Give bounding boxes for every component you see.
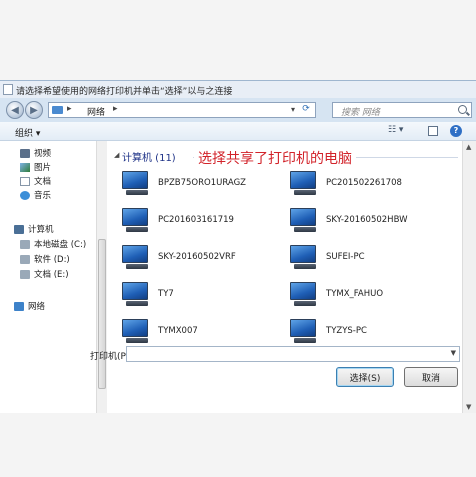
sidebar-item-documents[interactable]: 文档 xyxy=(20,175,51,187)
computer-icon xyxy=(14,224,24,234)
computer-icon xyxy=(288,243,318,271)
sidebar-item-label: 文档 (E:) xyxy=(34,270,69,280)
navigation-pane: 视频 图片 文档 音乐 计算机 本地磁盘 (C:) 软件 (D:) 文档 (E:… xyxy=(0,141,108,413)
computer-icon xyxy=(288,169,318,197)
drive-icon xyxy=(20,269,30,279)
view-options-icon[interactable]: ☷ ▾ xyxy=(388,125,406,137)
computer-name: PC201502261708 xyxy=(326,178,402,188)
list-item[interactable]: SKY-20160502HBW xyxy=(288,204,408,236)
scroll-down-icon[interactable]: ▼ xyxy=(466,403,471,411)
computer-name: TYMX_FAHUO xyxy=(326,289,384,299)
computer-icon xyxy=(288,206,318,234)
sidebar-item-label: 软件 (D:) xyxy=(34,255,70,265)
computer-icon xyxy=(120,169,150,197)
computer-name: SUFEI-PC xyxy=(326,252,365,262)
computer-name: BPZB75ORO1URAGZ xyxy=(158,178,246,188)
computer-icon xyxy=(288,280,318,308)
computer-icon xyxy=(120,206,150,234)
list-item[interactable]: SUFEI-PC xyxy=(288,241,365,273)
drive-icon xyxy=(20,239,30,249)
computer-name: TYZYS-PC xyxy=(326,326,367,336)
scroll-up-icon[interactable]: ▲ xyxy=(466,143,471,151)
dialog-icon xyxy=(3,84,13,95)
path-separator-icon[interactable]: ▸ xyxy=(67,104,72,114)
organize-menu[interactable]: 组织 ▾ xyxy=(15,126,40,139)
command-toolbar: 组织 ▾ ☷ ▾ ? xyxy=(0,122,476,141)
sidebar-item-label: 图片 xyxy=(34,163,52,173)
back-arrow-icon: ◀ xyxy=(11,104,19,116)
network-icon xyxy=(14,301,24,311)
sidebar-item-videos[interactable]: 视频 xyxy=(20,147,51,159)
computer-name: TY7 xyxy=(158,289,174,299)
preview-pane-icon[interactable] xyxy=(428,126,438,136)
background-top xyxy=(0,0,476,80)
back-button[interactable]: ◀ xyxy=(6,101,24,119)
address-box[interactable]: ▸ 网络 ▸ ▾ ⟳ xyxy=(48,102,316,118)
computer-icon xyxy=(288,317,318,345)
sidebar-item-music[interactable]: 音乐 xyxy=(20,189,51,201)
printer-browse-dialog: 请选择希望使用的网络打印机并单击“选择”以与之连接 ◀ ▶ ▸ 网络 ▸ ▾ ⟳… xyxy=(0,80,476,413)
music-icon xyxy=(20,190,30,200)
drive-icon xyxy=(20,254,30,264)
sidebar-item-drive-c[interactable]: 本地磁盘 (C:) xyxy=(20,238,86,250)
navigation-scrollbar-thumb[interactable] xyxy=(98,239,106,389)
network-folder-icon xyxy=(52,106,63,114)
sidebar-item-label: 网络 xyxy=(28,302,46,312)
sidebar-item-pictures[interactable]: 图片 xyxy=(20,161,51,173)
address-path[interactable]: 网络 xyxy=(87,105,105,118)
cancel-button[interactable]: 取消 xyxy=(404,367,458,387)
title-bar: 请选择希望使用的网络打印机并单击“选择”以与之连接 xyxy=(0,81,476,98)
search-input[interactable]: 搜索 网络 xyxy=(332,102,472,118)
computer-name: SKY-20160502HBW xyxy=(326,215,408,225)
sidebar-item-drive-d[interactable]: 软件 (D:) xyxy=(20,253,70,265)
sidebar-item-drive-e[interactable]: 文档 (E:) xyxy=(20,268,69,280)
collapse-group-icon[interactable]: ◢ xyxy=(114,151,119,159)
list-item[interactable]: PC201603161719 xyxy=(120,204,234,236)
address-bar: ◀ ▶ ▸ 网络 ▸ ▾ ⟳ 搜索 网络 xyxy=(0,98,476,122)
list-item[interactable]: TYMX007 xyxy=(120,315,198,347)
forward-arrow-icon: ▶ xyxy=(30,104,38,116)
video-icon xyxy=(20,148,30,158)
computer-icon xyxy=(120,243,150,271)
computer-icon xyxy=(120,317,150,345)
document-icon xyxy=(20,176,30,186)
list-item[interactable]: TYZYS-PC xyxy=(288,315,367,347)
chevron-down-icon[interactable]: ▼ xyxy=(451,349,456,357)
search-icon[interactable] xyxy=(458,105,467,114)
refresh-icon[interactable]: ⟳ xyxy=(299,104,313,116)
group-header[interactable]: 计算机 (11) xyxy=(122,149,176,164)
list-item[interactable]: BPZB75ORO1URAGZ xyxy=(120,167,246,199)
computer-icon xyxy=(120,280,150,308)
path-separator-icon[interactable]: ▸ xyxy=(113,104,118,114)
content-scrollbar[interactable]: ▲ ▼ xyxy=(462,141,476,413)
annotation-text: 选择共享了打印机的电脑 xyxy=(194,148,356,168)
list-item[interactable]: SKY-20160502VRF xyxy=(120,241,236,273)
forward-button[interactable]: ▶ xyxy=(25,101,43,119)
sidebar-item-network[interactable]: 网络 xyxy=(14,300,45,312)
select-button[interactable]: 选择(S) xyxy=(336,367,394,387)
computer-name: SKY-20160502VRF xyxy=(158,252,236,262)
help-icon[interactable]: ? xyxy=(450,125,462,137)
sidebar-item-label: 本地磁盘 (C:) xyxy=(34,240,87,250)
navigation-scrollbar[interactable] xyxy=(96,141,107,413)
address-dropdown-icon[interactable]: ▾ xyxy=(291,105,295,114)
list-item[interactable]: TYMX_FAHUO xyxy=(288,278,383,310)
printer-field[interactable]: ▼ xyxy=(126,346,460,362)
list-item[interactable]: PC201502261708 xyxy=(288,167,402,199)
sidebar-item-label: 文档 xyxy=(34,177,52,187)
sidebar-item-computer[interactable]: 计算机 xyxy=(14,223,54,235)
picture-icon xyxy=(20,162,30,172)
sidebar-item-label: 视频 xyxy=(34,149,52,159)
computer-name: TYMX007 xyxy=(158,326,198,336)
sidebar-item-label: 音乐 xyxy=(34,191,52,201)
search-placeholder: 搜索 网络 xyxy=(341,108,380,118)
dialog-title: 请选择希望使用的网络打印机并单击“选择”以与之连接 xyxy=(16,87,233,97)
sidebar-item-label: 计算机 xyxy=(28,225,54,235)
list-item[interactable]: TY7 xyxy=(120,278,174,310)
computer-name: PC201603161719 xyxy=(158,215,234,225)
